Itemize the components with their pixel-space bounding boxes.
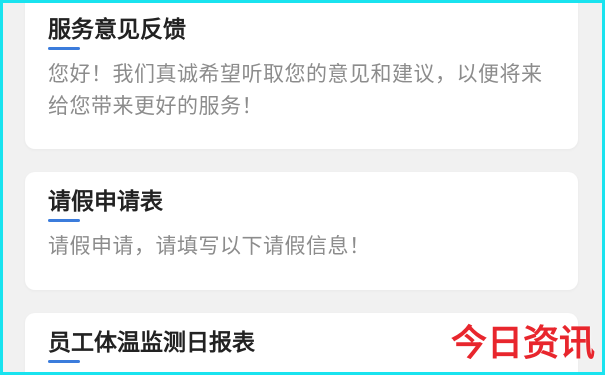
card-description-line: 您好！我们真诚希望听取您的意见和建议，以便将来 (48, 62, 543, 86)
card-description: 请假申请，请填写以下请假信息！ (48, 230, 371, 262)
app-screen: 服务意见反馈 您好！我们真诚希望听取您的意见和建议，以便将来 给您带来更好的服务… (0, 0, 605, 375)
card-title: 员工体温监测日报表 (48, 330, 255, 356)
card-description-line: 请假申请，请填写以下请假信息！ (48, 234, 371, 258)
title-underline (48, 360, 80, 363)
card-title: 请假申请表 (48, 189, 163, 215)
title-underline (48, 219, 80, 222)
title-underline (48, 47, 80, 50)
card-description-line: 给您带来更好的服务！ (48, 94, 263, 118)
card-title: 服务意见反馈 (48, 17, 186, 43)
card-description: 您好！我们真诚希望听取您的意见和建议，以便将来 给您带来更好的服务！ (48, 58, 543, 122)
watermark-text: 今日资讯 (450, 323, 595, 364)
form-card-leave-request[interactable]: 请假申请表 请假申请，请填写以下请假信息！ (25, 172, 578, 290)
form-card-service-feedback[interactable]: 服务意见反馈 您好！我们真诚希望听取您的意见和建议，以便将来 给您带来更好的服务… (25, 0, 578, 149)
